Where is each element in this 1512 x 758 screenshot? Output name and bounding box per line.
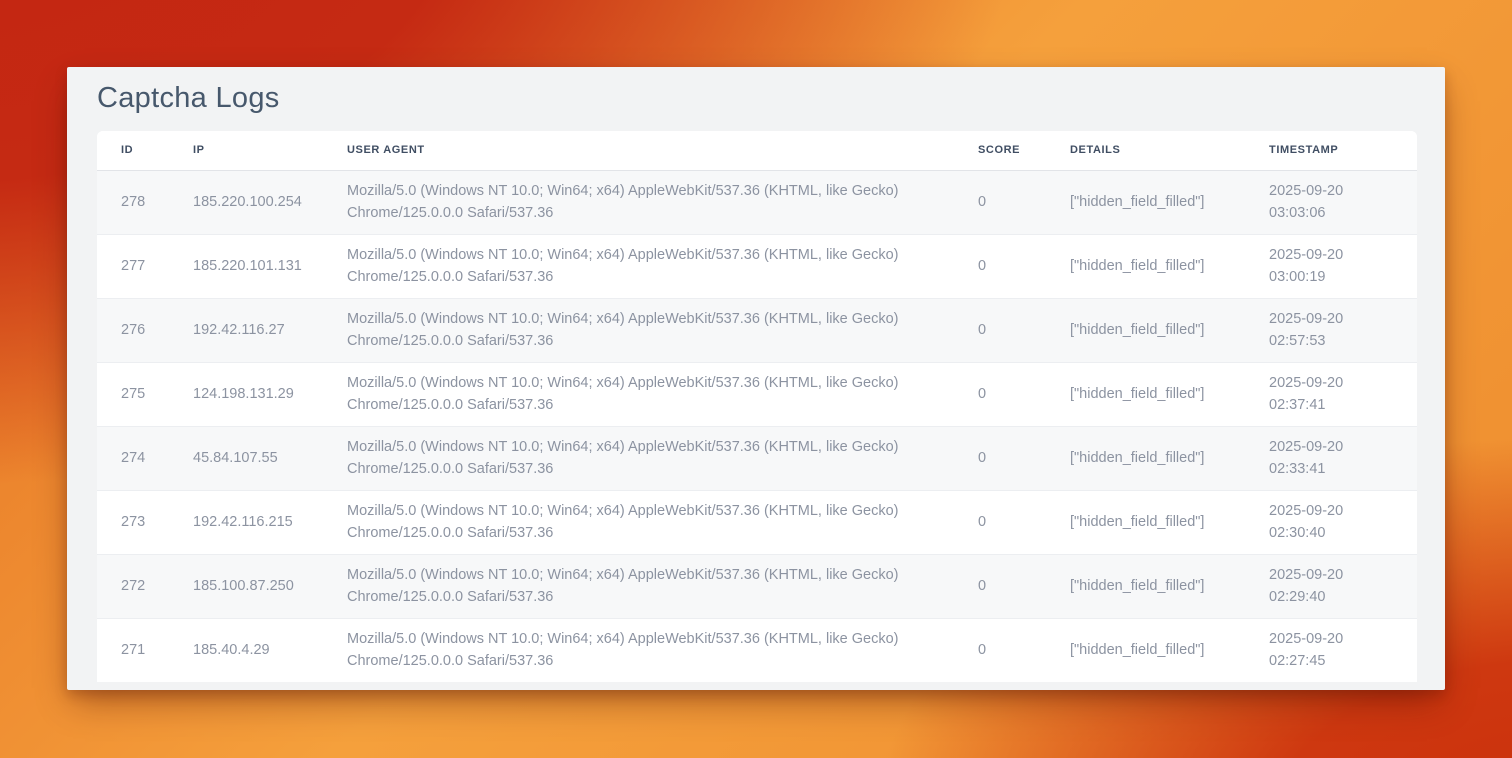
cell-score: 0 (978, 298, 1070, 362)
table-row: 276192.42.116.27Mozilla/5.0 (Windows NT … (97, 298, 1417, 362)
cell-id: 274 (97, 426, 193, 490)
cell-timestamp: 2025-09-20 02:37:41 (1269, 362, 1417, 426)
cell-ip: 185.220.101.131 (193, 234, 347, 298)
cell-timestamp: 2025-09-20 02:27:45 (1269, 618, 1417, 682)
cell-timestamp: 2025-09-20 03:00:19 (1269, 234, 1417, 298)
cell-score: 0 (978, 426, 1070, 490)
logs-table-container: ID IP USER AGENT SCORE DETAILS TIMESTAMP… (97, 131, 1417, 682)
cell-id: 278 (97, 170, 193, 234)
cell-score: 0 (978, 362, 1070, 426)
cell-id: 272 (97, 554, 193, 618)
page-title: Captcha Logs (97, 82, 1445, 115)
cell-timestamp: 2025-09-20 02:33:41 (1269, 426, 1417, 490)
cell-details: ["hidden_field_filled"] (1070, 426, 1269, 490)
cell-details: ["hidden_field_filled"] (1070, 618, 1269, 682)
cell-user_agent: Mozilla/5.0 (Windows NT 10.0; Win64; x64… (347, 170, 978, 234)
cell-details: ["hidden_field_filled"] (1070, 362, 1269, 426)
cell-user_agent: Mozilla/5.0 (Windows NT 10.0; Win64; x64… (347, 234, 978, 298)
cell-timestamp: 2025-09-20 02:57:53 (1269, 298, 1417, 362)
cell-ip: 124.198.131.29 (193, 362, 347, 426)
cell-user_agent: Mozilla/5.0 (Windows NT 10.0; Win64; x64… (347, 362, 978, 426)
table-row: 273192.42.116.215Mozilla/5.0 (Windows NT… (97, 490, 1417, 554)
captcha-logs-table: ID IP USER AGENT SCORE DETAILS TIMESTAMP… (97, 131, 1417, 682)
table-row: 278185.220.100.254Mozilla/5.0 (Windows N… (97, 170, 1417, 234)
column-header-ip: IP (193, 131, 347, 170)
cell-user_agent: Mozilla/5.0 (Windows NT 10.0; Win64; x64… (347, 426, 978, 490)
cell-ip: 185.40.4.29 (193, 618, 347, 682)
cell-id: 271 (97, 618, 193, 682)
cell-user_agent: Mozilla/5.0 (Windows NT 10.0; Win64; x64… (347, 554, 978, 618)
column-header-user-agent: USER AGENT (347, 131, 978, 170)
column-header-id: ID (97, 131, 193, 170)
table-row: 275124.198.131.29Mozilla/5.0 (Windows NT… (97, 362, 1417, 426)
table-row: 27445.84.107.55Mozilla/5.0 (Windows NT 1… (97, 426, 1417, 490)
cell-ip: 45.84.107.55 (193, 426, 347, 490)
cell-user_agent: Mozilla/5.0 (Windows NT 10.0; Win64; x64… (347, 490, 978, 554)
cell-id: 273 (97, 490, 193, 554)
cell-timestamp: 2025-09-20 02:30:40 (1269, 490, 1417, 554)
cell-timestamp: 2025-09-20 02:29:40 (1269, 554, 1417, 618)
column-header-details: DETAILS (1070, 131, 1269, 170)
table-row: 277185.220.101.131Mozilla/5.0 (Windows N… (97, 234, 1417, 298)
cell-ip: 185.220.100.254 (193, 170, 347, 234)
cell-score: 0 (978, 618, 1070, 682)
cell-details: ["hidden_field_filled"] (1070, 234, 1269, 298)
table-row: 271185.40.4.29Mozilla/5.0 (Windows NT 10… (97, 618, 1417, 682)
captcha-logs-card: Captcha Logs ID IP USER AGENT SCORE DETA… (67, 67, 1445, 690)
cell-ip: 192.42.116.215 (193, 490, 347, 554)
table-body: 278185.220.100.254Mozilla/5.0 (Windows N… (97, 170, 1417, 682)
cell-ip: 192.42.116.27 (193, 298, 347, 362)
cell-user_agent: Mozilla/5.0 (Windows NT 10.0; Win64; x64… (347, 618, 978, 682)
column-header-timestamp: TIMESTAMP (1269, 131, 1417, 170)
cell-score: 0 (978, 554, 1070, 618)
column-header-score: SCORE (978, 131, 1070, 170)
cell-user_agent: Mozilla/5.0 (Windows NT 10.0; Win64; x64… (347, 298, 978, 362)
table-row: 272185.100.87.250Mozilla/5.0 (Windows NT… (97, 554, 1417, 618)
cell-details: ["hidden_field_filled"] (1070, 490, 1269, 554)
cell-details: ["hidden_field_filled"] (1070, 554, 1269, 618)
cell-score: 0 (978, 490, 1070, 554)
cell-details: ["hidden_field_filled"] (1070, 170, 1269, 234)
table-header: ID IP USER AGENT SCORE DETAILS TIMESTAMP (97, 131, 1417, 170)
cell-score: 0 (978, 170, 1070, 234)
cell-ip: 185.100.87.250 (193, 554, 347, 618)
cell-details: ["hidden_field_filled"] (1070, 298, 1269, 362)
cell-score: 0 (978, 234, 1070, 298)
cell-timestamp: 2025-09-20 03:03:06 (1269, 170, 1417, 234)
cell-id: 275 (97, 362, 193, 426)
cell-id: 277 (97, 234, 193, 298)
cell-id: 276 (97, 298, 193, 362)
